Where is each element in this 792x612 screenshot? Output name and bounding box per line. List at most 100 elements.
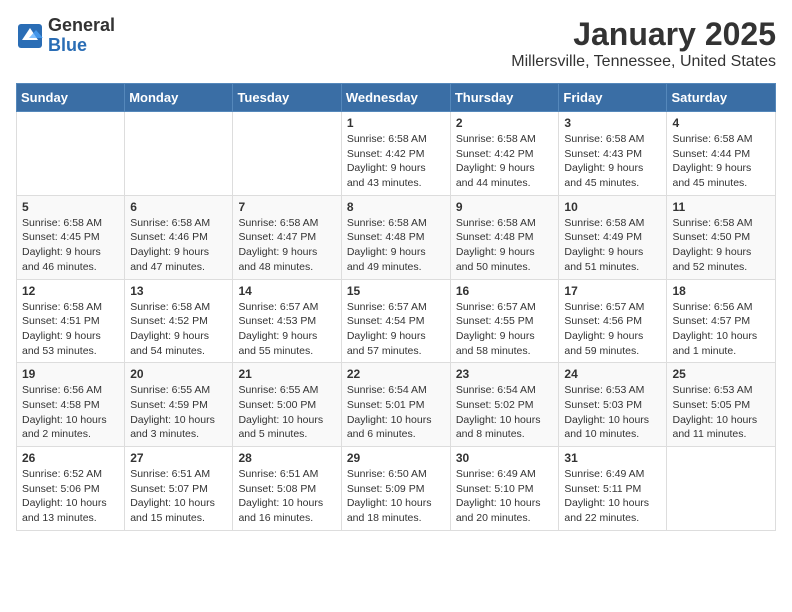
logo-icon bbox=[16, 22, 44, 50]
day-info: Sunrise: 6:58 AM Sunset: 4:45 PM Dayligh… bbox=[22, 216, 119, 275]
day-info: Sunrise: 6:58 AM Sunset: 4:51 PM Dayligh… bbox=[22, 300, 119, 359]
day-info: Sunrise: 6:49 AM Sunset: 5:11 PM Dayligh… bbox=[564, 467, 661, 526]
title-block: January 2025 Millersville, Tennessee, Un… bbox=[511, 16, 776, 71]
day-number: 22 bbox=[347, 367, 445, 381]
day-cell: 23 Sunrise: 6:54 AM Sunset: 5:02 PM Dayli… bbox=[450, 363, 559, 447]
day-info: Sunrise: 6:57 AM Sunset: 4:54 PM Dayligh… bbox=[347, 300, 445, 359]
logo-blue-text: Blue bbox=[48, 35, 87, 55]
day-info: Sunrise: 6:53 AM Sunset: 5:03 PM Dayligh… bbox=[564, 383, 661, 442]
day-cell: 17 Sunrise: 6:57 AM Sunset: 4:56 PM Dayli… bbox=[559, 279, 667, 363]
day-info: Sunrise: 6:58 AM Sunset: 4:49 PM Dayligh… bbox=[564, 216, 661, 275]
day-number: 24 bbox=[564, 367, 661, 381]
day-cell: 22 Sunrise: 6:54 AM Sunset: 5:01 PM Dayli… bbox=[341, 363, 450, 447]
day-info: Sunrise: 6:50 AM Sunset: 5:09 PM Dayligh… bbox=[347, 467, 445, 526]
day-header-friday: Friday bbox=[559, 84, 667, 112]
logo-general-text: General bbox=[48, 15, 115, 35]
day-cell: 29 Sunrise: 6:50 AM Sunset: 5:09 PM Dayli… bbox=[341, 447, 450, 531]
day-cell: 31 Sunrise: 6:49 AM Sunset: 5:11 PM Dayli… bbox=[559, 447, 667, 531]
day-cell: 14 Sunrise: 6:57 AM Sunset: 4:53 PM Dayli… bbox=[233, 279, 341, 363]
day-number: 4 bbox=[672, 116, 770, 130]
day-cell: 21 Sunrise: 6:55 AM Sunset: 5:00 PM Dayli… bbox=[233, 363, 341, 447]
day-number: 21 bbox=[238, 367, 335, 381]
day-cell: 5Sunrise: 6:58 AM Sunset: 4:45 PM Daylig… bbox=[17, 195, 125, 279]
day-number: 11 bbox=[672, 200, 770, 214]
day-info: Sunrise: 6:58 AM Sunset: 4:46 PM Dayligh… bbox=[130, 216, 227, 275]
day-number: 20 bbox=[130, 367, 227, 381]
day-cell: 3Sunrise: 6:58 AM Sunset: 4:43 PM Daylig… bbox=[559, 112, 667, 196]
day-cell: 28Sunrise: 6:51 AM Sunset: 5:08 PM Dayli… bbox=[233, 447, 341, 531]
day-cell: 19Sunrise: 6:56 AM Sunset: 4:58 PM Dayli… bbox=[17, 363, 125, 447]
day-cell: 12 Sunrise: 6:58 AM Sunset: 4:51 PM Dayli… bbox=[17, 279, 125, 363]
day-info: Sunrise: 6:58 AM Sunset: 4:48 PM Dayligh… bbox=[347, 216, 445, 275]
day-number: 2 bbox=[456, 116, 554, 130]
day-header-saturday: Saturday bbox=[667, 84, 776, 112]
day-info: Sunrise: 6:55 AM Sunset: 4:59 PM Dayligh… bbox=[130, 383, 227, 442]
month-title: January 2025 bbox=[511, 16, 776, 53]
day-info: Sunrise: 6:49 AM Sunset: 5:10 PM Dayligh… bbox=[456, 467, 554, 526]
day-info: Sunrise: 6:58 AM Sunset: 4:43 PM Dayligh… bbox=[564, 132, 661, 191]
day-header-sunday: Sunday bbox=[17, 84, 125, 112]
day-cell: 16 Sunrise: 6:57 AM Sunset: 4:55 PM Dayli… bbox=[450, 279, 559, 363]
day-number: 16 bbox=[456, 284, 554, 298]
day-number: 9 bbox=[456, 200, 554, 214]
logo: General Blue bbox=[16, 16, 115, 56]
day-info: Sunrise: 6:58 AM Sunset: 4:50 PM Dayligh… bbox=[672, 216, 770, 275]
day-number: 25 bbox=[672, 367, 770, 381]
day-cell bbox=[125, 112, 233, 196]
day-cell: 8 Sunrise: 6:58 AM Sunset: 4:48 PM Daylig… bbox=[341, 195, 450, 279]
day-cell: 9 Sunrise: 6:58 AM Sunset: 4:48 PM Daylig… bbox=[450, 195, 559, 279]
day-info: Sunrise: 6:58 AM Sunset: 4:47 PM Dayligh… bbox=[238, 216, 335, 275]
day-cell: 25Sunrise: 6:53 AM Sunset: 5:05 PM Dayli… bbox=[667, 363, 776, 447]
day-number: 15 bbox=[347, 284, 445, 298]
day-cell: 27 Sunrise: 6:51 AM Sunset: 5:07 PM Dayli… bbox=[125, 447, 233, 531]
day-info: Sunrise: 6:58 AM Sunset: 4:42 PM Dayligh… bbox=[456, 132, 554, 191]
day-number: 23 bbox=[456, 367, 554, 381]
day-info: Sunrise: 6:51 AM Sunset: 5:08 PM Dayligh… bbox=[238, 467, 335, 526]
day-info: Sunrise: 6:52 AM Sunset: 5:06 PM Dayligh… bbox=[22, 467, 119, 526]
week-row-5: 26 Sunrise: 6:52 AM Sunset: 5:06 PM Dayli… bbox=[17, 447, 776, 531]
day-info: Sunrise: 6:58 AM Sunset: 4:48 PM Dayligh… bbox=[456, 216, 554, 275]
day-cell: 6 Sunrise: 6:58 AM Sunset: 4:46 PM Daylig… bbox=[125, 195, 233, 279]
day-number: 27 bbox=[130, 451, 227, 465]
day-info: Sunrise: 6:54 AM Sunset: 5:01 PM Dayligh… bbox=[347, 383, 445, 442]
day-number: 6 bbox=[130, 200, 227, 214]
day-cell: 4 Sunrise: 6:58 AM Sunset: 4:44 PM Daylig… bbox=[667, 112, 776, 196]
day-header-tuesday: Tuesday bbox=[233, 84, 341, 112]
day-cell: 10Sunrise: 6:58 AM Sunset: 4:49 PM Dayli… bbox=[559, 195, 667, 279]
day-info: Sunrise: 6:54 AM Sunset: 5:02 PM Dayligh… bbox=[456, 383, 554, 442]
day-cell bbox=[667, 447, 776, 531]
day-cell: 13 Sunrise: 6:58 AM Sunset: 4:52 PM Dayli… bbox=[125, 279, 233, 363]
day-info: Sunrise: 6:58 AM Sunset: 4:52 PM Dayligh… bbox=[130, 300, 227, 359]
calendar-table: SundayMondayTuesdayWednesdayThursdayFrid… bbox=[16, 83, 776, 531]
day-info: Sunrise: 6:57 AM Sunset: 4:55 PM Dayligh… bbox=[456, 300, 554, 359]
day-cell: 18Sunrise: 6:56 AM Sunset: 4:57 PM Dayli… bbox=[667, 279, 776, 363]
day-cell: 15 Sunrise: 6:57 AM Sunset: 4:54 PM Dayli… bbox=[341, 279, 450, 363]
day-info: Sunrise: 6:57 AM Sunset: 4:53 PM Dayligh… bbox=[238, 300, 335, 359]
day-cell bbox=[233, 112, 341, 196]
day-number: 29 bbox=[347, 451, 445, 465]
day-info: Sunrise: 6:57 AM Sunset: 4:56 PM Dayligh… bbox=[564, 300, 661, 359]
day-info: Sunrise: 6:58 AM Sunset: 4:44 PM Dayligh… bbox=[672, 132, 770, 191]
day-number: 8 bbox=[347, 200, 445, 214]
day-number: 31 bbox=[564, 451, 661, 465]
day-number: 14 bbox=[238, 284, 335, 298]
day-info: Sunrise: 6:56 AM Sunset: 4:57 PM Dayligh… bbox=[672, 300, 770, 359]
day-number: 17 bbox=[564, 284, 661, 298]
day-header-wednesday: Wednesday bbox=[341, 84, 450, 112]
day-number: 12 bbox=[22, 284, 119, 298]
day-info: Sunrise: 6:51 AM Sunset: 5:07 PM Dayligh… bbox=[130, 467, 227, 526]
day-cell: 2 Sunrise: 6:58 AM Sunset: 4:42 PM Daylig… bbox=[450, 112, 559, 196]
day-number: 13 bbox=[130, 284, 227, 298]
day-header-thursday: Thursday bbox=[450, 84, 559, 112]
day-info: Sunrise: 6:58 AM Sunset: 4:42 PM Dayligh… bbox=[347, 132, 445, 191]
day-header-monday: Monday bbox=[125, 84, 233, 112]
week-row-1: 1Sunrise: 6:58 AM Sunset: 4:42 PM Daylig… bbox=[17, 112, 776, 196]
day-number: 7 bbox=[238, 200, 335, 214]
day-info: Sunrise: 6:56 AM Sunset: 4:58 PM Dayligh… bbox=[22, 383, 119, 442]
day-info: Sunrise: 6:55 AM Sunset: 5:00 PM Dayligh… bbox=[238, 383, 335, 442]
day-number: 26 bbox=[22, 451, 119, 465]
day-cell: 30Sunrise: 6:49 AM Sunset: 5:10 PM Dayli… bbox=[450, 447, 559, 531]
location-text: Millersville, Tennessee, United States bbox=[511, 53, 776, 71]
day-cell: 26 Sunrise: 6:52 AM Sunset: 5:06 PM Dayli… bbox=[17, 447, 125, 531]
day-cell bbox=[17, 112, 125, 196]
